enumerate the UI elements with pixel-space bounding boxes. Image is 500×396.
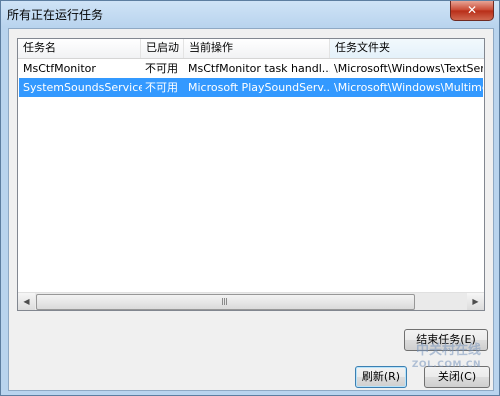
task-name-cell: MsCtfMonitor [23,62,96,75]
column-header-task-name[interactable]: 任务名 [18,39,141,58]
scrollbar-thumb[interactable] [36,294,415,310]
grip-icon [222,298,228,305]
task-folder-cell: \Microsoft\Windows\TextServic [334,62,483,75]
table-row-selected[interactable]: SystemSoundsService 不可用 Microsoft PlaySo… [19,78,483,97]
watermark-logo: 中关村在线 ZOL.COM.CN [412,344,481,372]
list-header: 任务名 已启动 当前操作 任务文件夹 [18,39,484,59]
watermark-domain: ZOL.COM.CN [411,360,481,370]
column-header-started[interactable]: 已启动 [141,39,184,58]
title-bar[interactable]: 所有正在运行任务 ✕ [1,1,499,28]
refresh-button[interactable]: 刷新(R) [355,366,407,388]
column-header-task-folder[interactable]: 任务文件夹 [330,39,484,58]
scroll-left-icon[interactable]: ◀ [18,293,35,310]
running-tasks-list[interactable]: 任务名 已启动 当前操作 任务文件夹 MsCtfMonitor 不可用 MsCt… [17,38,485,311]
table-row[interactable]: MsCtfMonitor 不可用 MsCtfMonitor task handl… [19,59,483,78]
window-title: 所有正在运行任务 [7,8,104,22]
window-close-button[interactable]: ✕ [450,1,494,21]
task-action-cell: Microsoft PlaySoundServ... [188,81,330,94]
task-action-cell: MsCtfMonitor task handl... [188,62,330,75]
task-folder-cell: \Microsoft\Windows\Multimed [334,81,483,94]
watermark-text: 中关村在线 [415,343,481,358]
task-started-cell: 不可用 [145,62,178,75]
horizontal-scrollbar[interactable]: ◀ ▶ [18,292,484,310]
dialog-window: 所有正在运行任务 ✕ 任务名 已启动 当前操作 任务文件夹 MsCtfMonit… [0,0,500,396]
scroll-right-icon[interactable]: ▶ [467,293,484,310]
task-started-cell: 不可用 [145,81,178,94]
column-header-current-action[interactable]: 当前操作 [184,39,330,58]
dialog-client-area: 任务名 已启动 当前操作 任务文件夹 MsCtfMonitor 不可用 MsCt… [8,28,494,391]
task-name-cell: SystemSoundsService [23,81,142,94]
